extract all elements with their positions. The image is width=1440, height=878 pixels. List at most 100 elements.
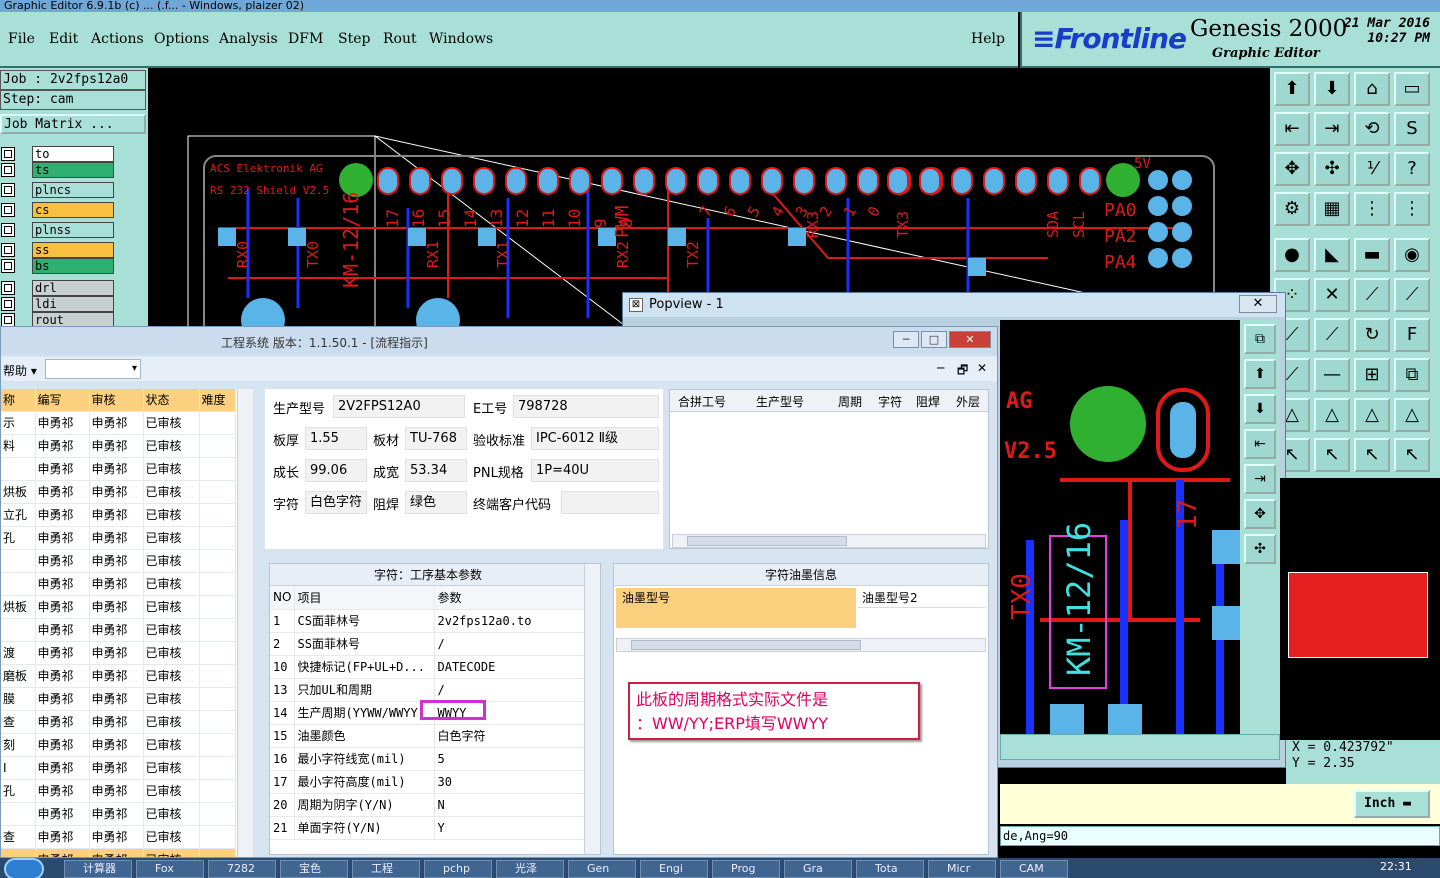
toolbar-button-39-icon[interactable]: ↖ [1354,438,1390,472]
menu-dfm[interactable]: DFM [288,31,323,47]
param-value[interactable]: Y [434,816,585,840]
menu-options[interactable]: Options [154,31,209,47]
layer-checkbox[interactable] [1,223,15,237]
param-value[interactable]: 30 [434,770,585,794]
char-field[interactable]: 白色字符 [305,491,367,514]
layer-checkbox[interactable] [1,183,15,197]
close-button[interactable]: ✕ [949,331,991,348]
cust-field[interactable] [561,491,659,514]
param-value[interactable]: / [434,632,585,656]
scroll-thumb[interactable] [631,640,861,650]
table-row[interactable]: 申勇祁申勇祁已审核 [1,457,236,481]
toolbar-button-16-icon[interactable]: ⋮ [1394,192,1430,226]
toolbar-button-20-icon[interactable]: ◉ [1394,238,1430,272]
pnl-field[interactable]: 1P=40U [531,459,659,482]
mat-field[interactable]: TU-768 [405,427,467,450]
table-row[interactable]: 申勇祁申勇祁已审核 [1,848,236,857]
taskbar-item[interactable]: Gen [568,860,636,878]
column-header[interactable]: 编写 [35,389,90,412]
popview-tool-7-icon[interactable]: ✣ [1244,534,1276,564]
taskbar-item[interactable]: pchp [424,860,492,878]
popview-titlebar[interactable]: ⊠ Popview - 1 ✕ [623,293,1285,317]
wid-field[interactable]: 53.34 [405,459,467,482]
toolbar-button-10-icon[interactable]: ✣ [1314,152,1350,186]
eno-field[interactable]: 798728 [513,395,659,418]
start-button[interactable] [4,858,44,878]
popview-canvas[interactable]: KM-12/16 AG V2.5 TX0 17 [1000,320,1240,734]
toolbar-button-38-icon[interactable]: ↖ [1314,438,1350,472]
scroll-thumb[interactable] [687,536,847,546]
taskbar-item[interactable]: Gra [784,860,852,878]
param-value[interactable]: / [434,678,585,702]
merge-col[interactable]: 合拼工号 [678,393,726,410]
taskbar-item[interactable]: 工程 [352,860,420,878]
table-row[interactable]: 膜申勇祁 申勇祁 已审核 [1,687,236,711]
taskbar-item[interactable]: 7282 [208,860,276,878]
toolbar-button-36-icon[interactable]: △ [1394,398,1430,432]
table-row[interactable]: 申勇祁申勇祁已审核 [1,549,236,573]
toolbar-button-2-icon[interactable]: ⬇ [1314,72,1350,106]
table-row[interactable]: 示申勇祁 申勇祁 已审核 [1,411,236,435]
layer-checkbox[interactable] [1,313,15,327]
column-header[interactable]: 项目 [294,586,435,610]
menu-help[interactable]: Help [971,31,1005,47]
table-row[interactable]: 查申勇祁 申勇祁 已审核 [1,825,236,849]
column-header[interactable]: 参数 [434,586,585,610]
merge-grid-hscroll[interactable] [672,534,986,548]
toolbar-button-1-icon[interactable]: ⬆ [1274,72,1310,106]
menu-actions[interactable]: Actions [91,31,144,47]
toolbar-button-6-icon[interactable]: ⇥ [1314,112,1350,146]
char-params-scrollbar[interactable] [584,564,600,854]
taskbar-item[interactable]: Engi [640,860,708,878]
job-field[interactable]: Job : 2v2fps12a0 [0,70,146,90]
menu-edit[interactable]: Edit [49,31,78,47]
toolbar-button-5-icon[interactable]: ⇤ [1274,112,1310,146]
table-row[interactable]: 刻申勇祁 申勇祁 已审核 [1,733,236,757]
step-field[interactable]: Step: cam [0,90,146,110]
menu-analysis[interactable]: Analysis [219,31,278,47]
layer-checkbox[interactable] [1,163,15,177]
toolbar-button-32-icon[interactable]: ⧉ [1394,358,1430,392]
layer-checkbox[interactable] [1,243,15,257]
help-menu[interactable]: 帮助 ▾ [3,362,37,379]
table-row[interactable]: 申勇祁申勇祁已审核 [1,618,236,642]
maximize-button[interactable]: □ [921,331,947,348]
param-row[interactable]: 15 油墨颜色 白色字符 [270,724,585,748]
taskbar-item[interactable]: Tota [856,860,924,878]
merge-col[interactable]: 字符 [878,393,902,410]
layer-row-plncs[interactable]: plncs [0,182,146,198]
toolbar-button-31-icon[interactable]: ⊞ [1354,358,1390,392]
toolbar-button-4-icon[interactable]: ▭ [1394,72,1430,106]
table-row[interactable]: 磨板 申勇祁 申勇祁 已审核 [1,664,236,688]
layer-row-ss[interactable]: ss [0,242,146,258]
table-row[interactable]: 烘板 申勇祁 申勇祁 已审核 [1,480,236,504]
param-row[interactable]: 16 最小字符线宽(mil) 5 [270,747,585,771]
toolbar-button-30-icon[interactable]: — [1314,358,1350,392]
toolbar-button-11-icon[interactable]: ⅟ [1354,152,1390,186]
layer-row-cs[interactable]: cs [0,202,146,218]
mask-field[interactable]: 绿色 [405,491,467,514]
toolbar-button-15-icon[interactable]: ⋮ [1354,192,1390,226]
units-inch-button[interactable]: Inch ▬ [1354,790,1430,818]
toolbar-button-19-icon[interactable]: ▬ [1354,238,1390,272]
ink-hscroll[interactable] [616,638,986,652]
menu-windows[interactable]: Windows [429,31,493,47]
param-row[interactable]: 17 最小字符高度(mil) 30 [270,770,585,794]
taskbar-item[interactable]: Micr [928,860,996,878]
taskbar-item[interactable]: 宝色 [280,860,348,878]
erp-titlebar[interactable]: 工程系统 版本：1.1.50.1 - [流程指示] ─ □ ✕ [1,327,997,355]
ink-col-2[interactable]: 油墨型号2 [858,588,986,608]
merge-col[interactable]: 周期 [838,393,862,410]
table-row[interactable]: 孔申勇祁 申勇祁 已审核 [1,526,236,550]
ink-col-1[interactable]: 油墨型号 [616,588,856,608]
taskbar-item[interactable]: Prog [712,860,780,878]
toolbar-button-14-icon[interactable]: ▦ [1314,192,1350,226]
layer-row-ts[interactable]: ts [0,162,146,178]
table-row[interactable]: I 申勇祁 申勇祁 已审核 [1,756,236,780]
table-row[interactable]: 申勇祁申勇祁已审核 [1,802,236,826]
menu-step[interactable]: Step [338,31,370,47]
merge-col[interactable]: 阻焊 [916,393,940,410]
menu-file[interactable]: File [8,31,35,47]
toolbar-button-9-icon[interactable]: ✥ [1274,152,1310,186]
popview-tool-4-icon[interactable]: ⇤ [1244,429,1276,459]
